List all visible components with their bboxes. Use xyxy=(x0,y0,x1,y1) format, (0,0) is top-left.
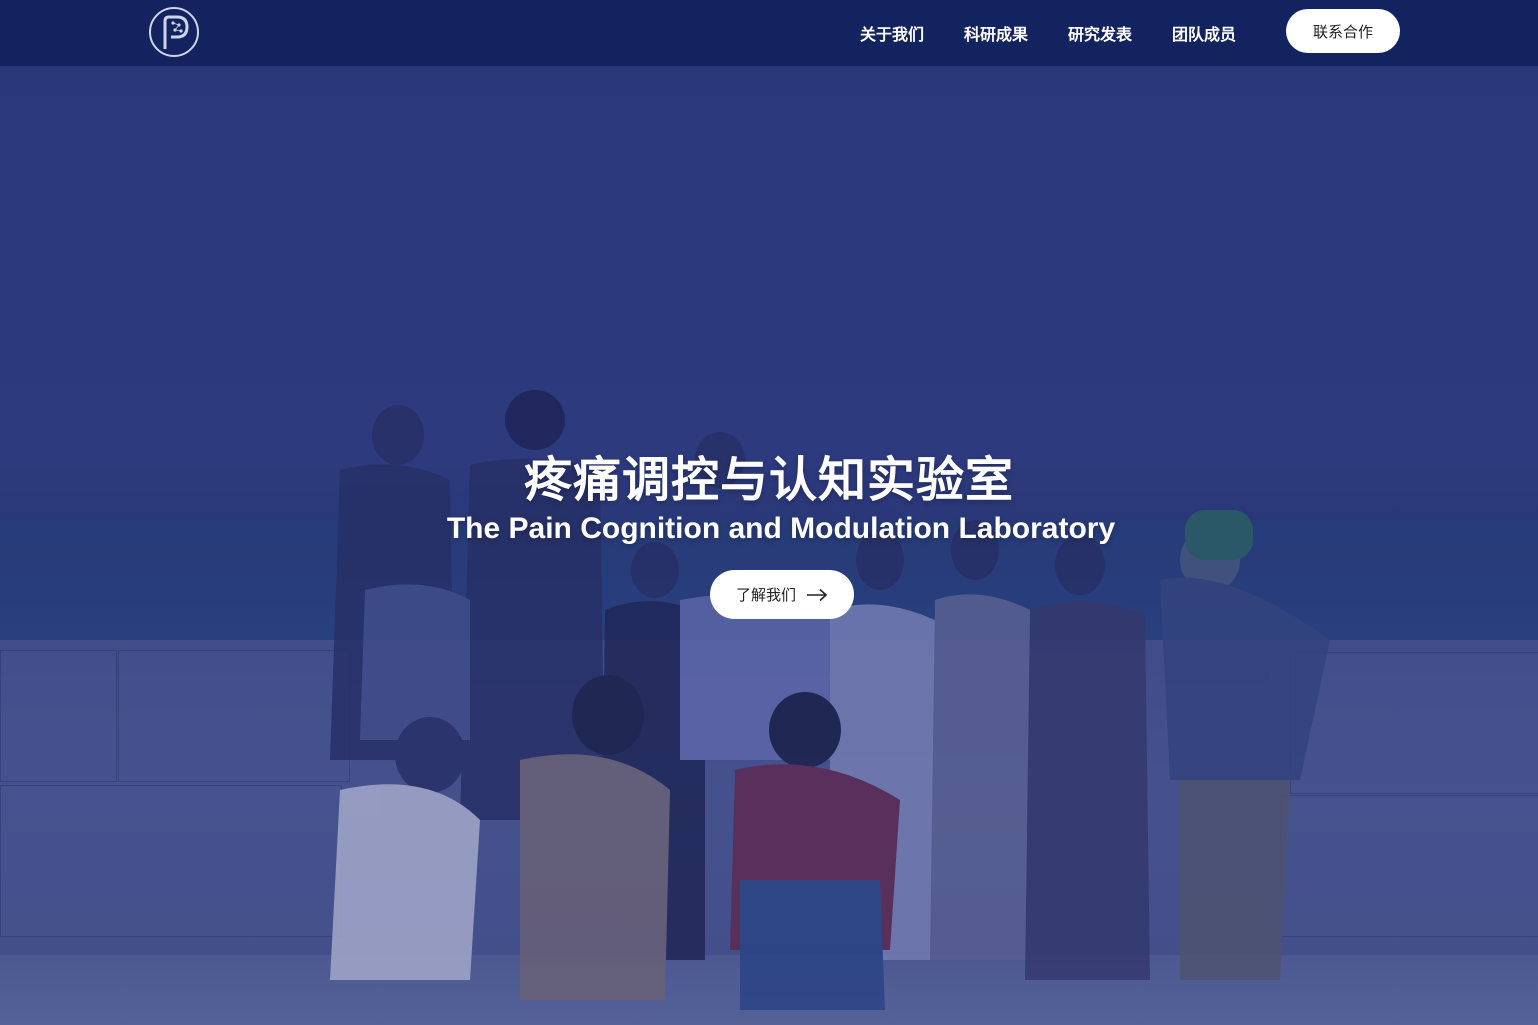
learn-more-button[interactable]: 了解我们 xyxy=(710,570,854,619)
site-header: 关于我们 科研成果 研究发表 团队成员 联系合作 xyxy=(0,0,1538,66)
nav-item-publications[interactable]: 研究发表 xyxy=(1068,21,1132,45)
learn-more-label: 了解我们 xyxy=(735,586,796,604)
nav-item-team-members[interactable]: 团队成员 xyxy=(1172,21,1236,45)
nav-item-about[interactable]: 关于我们 xyxy=(860,21,924,45)
nav-item-research-results[interactable]: 科研成果 xyxy=(964,21,1028,45)
arrow-right-icon xyxy=(807,588,828,601)
main-nav: 关于我们 科研成果 研究发表 团队成员 xyxy=(860,0,1276,66)
lab-logo-icon[interactable] xyxy=(147,5,201,59)
hero-subtitle: The Pain Cognition and Modulation Labora… xyxy=(446,512,1116,545)
hero-title: 疼痛调控与认知实验室 xyxy=(523,452,1014,508)
contact-button[interactable]: 联系合作 xyxy=(1286,9,1400,53)
landing-page: 关于我们 科研成果 研究发表 团队成员 联系合作 疼痛调控与认知实验室 The … xyxy=(0,0,1538,1025)
